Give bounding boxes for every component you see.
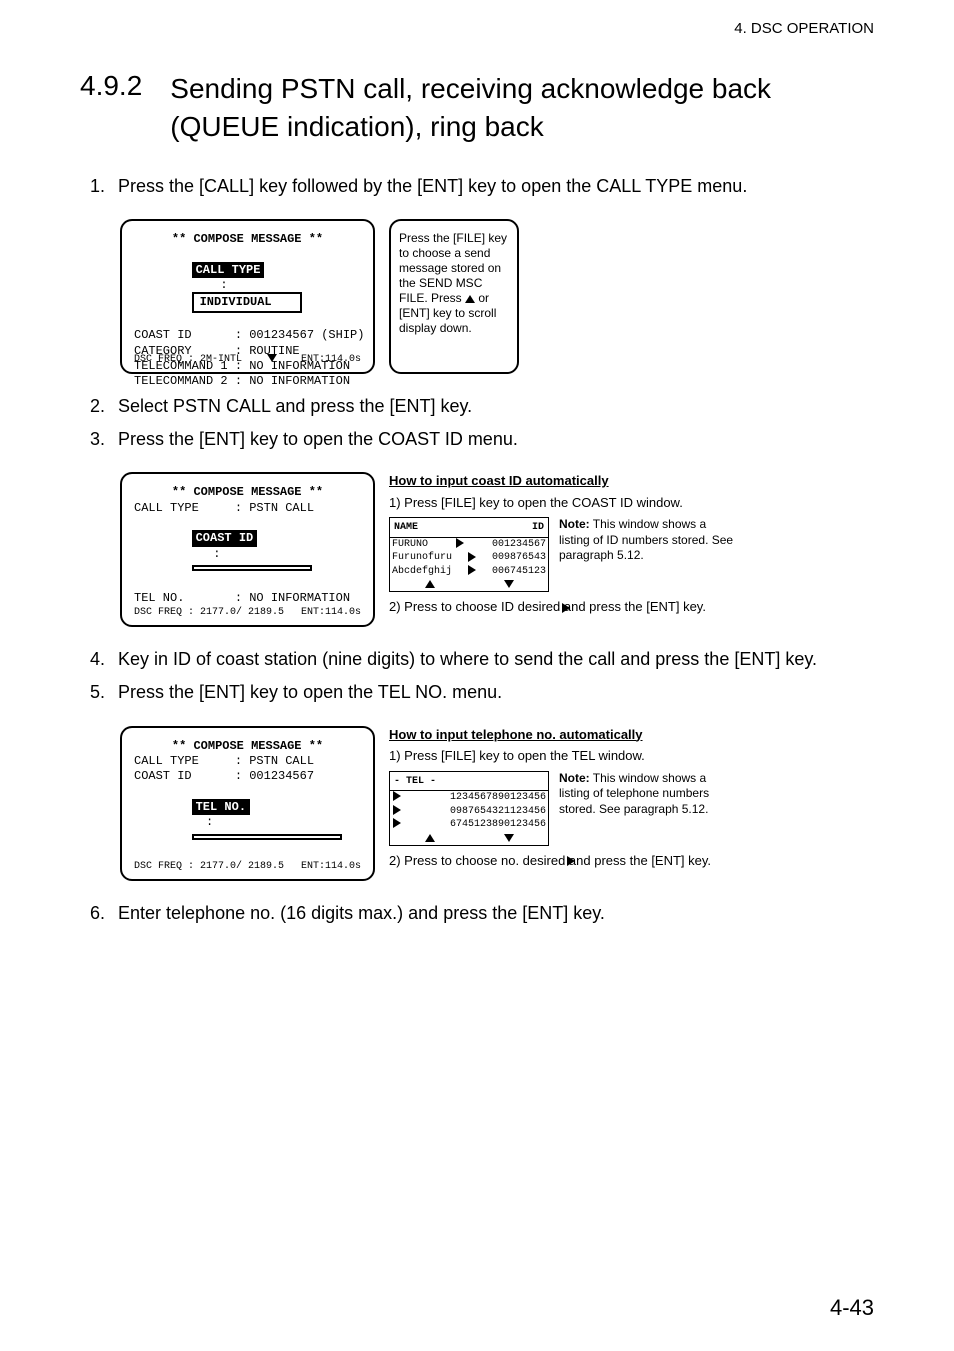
lcd-status-left: DSC FREQ : 2M-INTL bbox=[134, 354, 242, 366]
section-title: Sending PSTN call, receiving acknowledge… bbox=[170, 70, 874, 146]
cell: 1234567890123456 bbox=[450, 791, 546, 805]
small-lcd-coastid: NAME ID FURUNO 001234567 Furunofuru 009876… bbox=[389, 517, 549, 592]
howto-step: 2) Press to choose ID desired and press … bbox=[389, 598, 759, 616]
step-text: Key in ID of coast station (nine digits)… bbox=[118, 647, 874, 672]
cell: 6745123890123456 bbox=[450, 818, 546, 832]
step-text: Press the [CALL] key followed by the [EN… bbox=[118, 174, 874, 199]
field-value-calltype: INDIVIDUAL bbox=[192, 292, 302, 312]
step-number: 5. bbox=[90, 680, 118, 705]
howto-note: Note: This window shows a listing of tel… bbox=[559, 771, 739, 818]
chevron-down-icon bbox=[504, 834, 514, 842]
step-2: 2. Select PSTN CALL and press the [ENT] … bbox=[90, 394, 874, 419]
howto-step-text: 2) Press to choose no. desired and press… bbox=[389, 853, 711, 868]
chevron-down-icon bbox=[267, 354, 277, 362]
figure-coastid: ** COMPOSE MESSAGE ** CALL TYPE : PSTN C… bbox=[120, 472, 874, 627]
step-6: 6. Enter telephone no. (16 digits max.) … bbox=[90, 901, 874, 926]
col-header: NAME bbox=[394, 521, 418, 535]
lcd-title: ** COMPOSE MESSAGE ** bbox=[134, 739, 361, 753]
howto-step-text: 2) Press to choose ID desired and press … bbox=[389, 599, 706, 614]
cell: 009876543 bbox=[492, 551, 546, 565]
lcd-status-right: ENT:114.0s bbox=[301, 354, 361, 366]
chevron-up-icon bbox=[425, 834, 435, 842]
chevron-right-icon bbox=[468, 565, 476, 575]
field-value-coastid bbox=[192, 565, 312, 571]
lcd-coastid: ** COMPOSE MESSAGE ** CALL TYPE : PSTN C… bbox=[120, 472, 375, 627]
howto-coastid: How to input coast ID automatically 1) P… bbox=[389, 472, 759, 616]
field-label-telno: TEL NO. bbox=[192, 799, 250, 815]
lcd-line: COAST ID : 001234567 (SHIP) bbox=[134, 328, 361, 342]
note-label: Note: bbox=[559, 517, 590, 531]
howto-note: Note: This window shows a listing of ID … bbox=[559, 517, 739, 564]
note-label: Note: bbox=[559, 771, 590, 785]
step-number: 2. bbox=[90, 394, 118, 419]
lcd-status-left: DSC FREQ : 2177.0/ 2189.5 bbox=[134, 861, 284, 873]
field-value-telno bbox=[192, 834, 342, 840]
step-number: 3. bbox=[90, 427, 118, 452]
step-4: 4. Key in ID of coast station (nine digi… bbox=[90, 647, 874, 672]
step-text: Select PSTN CALL and press the [ENT] key… bbox=[118, 394, 874, 419]
running-header: 4. DSC OPERATION bbox=[734, 20, 874, 37]
chevron-right-icon bbox=[393, 818, 401, 828]
chevron-right-icon bbox=[456, 538, 464, 548]
lcd-line: CALL TYPE : PSTN CALL bbox=[134, 754, 361, 768]
cell: 006745123 bbox=[492, 565, 546, 579]
lcd-title: ** COMPOSE MESSAGE ** bbox=[134, 232, 361, 246]
section-number: 4.9.2 bbox=[80, 70, 142, 102]
cell: 0987654321123456 bbox=[450, 805, 546, 819]
callout-text: Press the [FILE] key to choose a send me… bbox=[399, 231, 507, 305]
chevron-up-icon bbox=[465, 295, 475, 303]
section-heading: 4.9.2 Sending PSTN call, receiving ackno… bbox=[80, 70, 874, 146]
cell: Abcdefghij bbox=[392, 565, 452, 579]
lcd-line: CALL TYPE : PSTN CALL bbox=[134, 501, 361, 515]
howto-step: 1) Press [FILE] key to open the TEL wind… bbox=[389, 747, 759, 765]
small-lcd-telno: - TEL - 1234567890123456 098765432112345… bbox=[389, 771, 549, 846]
lcd-title: ** COMPOSE MESSAGE ** bbox=[134, 485, 361, 499]
step-number: 1. bbox=[90, 174, 118, 199]
chevron-up-icon bbox=[425, 580, 435, 588]
step-5: 5. Press the [ENT] key to open the TEL N… bbox=[90, 680, 874, 705]
chevron-right-icon bbox=[468, 552, 476, 562]
step-number: 4. bbox=[90, 647, 118, 672]
cell: Furunofuru bbox=[392, 551, 452, 565]
step-1: 1. Press the [CALL] key followed by the … bbox=[90, 174, 874, 199]
callout-filekey: Press the [FILE] key to choose a send me… bbox=[389, 219, 519, 374]
figure-telno: ** COMPOSE MESSAGE ** CALL TYPE : PSTN C… bbox=[120, 726, 874, 881]
chevron-down-icon bbox=[504, 580, 514, 588]
page-number: 4-43 bbox=[830, 1295, 874, 1321]
step-number: 6. bbox=[90, 901, 118, 926]
step-text: Enter telephone no. (16 digits max.) and… bbox=[118, 901, 874, 926]
chevron-right-icon bbox=[393, 791, 401, 801]
lcd-line: TELECOMMAND 2 : NO INFORMATION bbox=[134, 374, 361, 388]
chevron-right-icon bbox=[393, 805, 401, 815]
howto-title: How to input telephone no. automatically bbox=[389, 726, 759, 744]
cell: FURUNO bbox=[392, 538, 428, 552]
chevron-right-icon bbox=[562, 603, 570, 613]
field-label-coastid: COAST ID bbox=[192, 530, 258, 546]
cell: 001234567 bbox=[492, 538, 546, 552]
howto-step: 1) Press [FILE] key to open the COAST ID… bbox=[389, 494, 759, 512]
lcd-telno: ** COMPOSE MESSAGE ** CALL TYPE : PSTN C… bbox=[120, 726, 375, 881]
col-header: ID bbox=[532, 521, 544, 535]
howto-telno: How to input telephone no. automatically… bbox=[389, 726, 759, 870]
howto-step: 2) Press to choose no. desired and press… bbox=[389, 852, 759, 870]
lcd-line: COAST ID : 001234567 bbox=[134, 769, 361, 783]
step-text: Press the [ENT] key to open the COAST ID… bbox=[118, 427, 874, 452]
field-label-calltype: CALL TYPE bbox=[192, 262, 265, 278]
step-3: 3. Press the [ENT] key to open the COAST… bbox=[90, 427, 874, 452]
lcd-line: TEL NO. : NO INFORMATION bbox=[134, 591, 361, 605]
howto-title: How to input coast ID automatically bbox=[389, 472, 759, 490]
chevron-right-icon bbox=[567, 856, 575, 866]
col-header: - TEL - bbox=[394, 775, 436, 789]
figure-calltype: ** COMPOSE MESSAGE ** CALL TYPE : INDIVI… bbox=[120, 219, 874, 374]
step-text: Press the [ENT] key to open the TEL NO. … bbox=[118, 680, 874, 705]
lcd-status-right: ENT:114.0s bbox=[301, 607, 361, 619]
lcd-status-left: DSC FREQ : 2177.0/ 2189.5 bbox=[134, 607, 284, 619]
lcd-status-right: ENT:114.0s bbox=[301, 861, 361, 873]
lcd-calltype: ** COMPOSE MESSAGE ** CALL TYPE : INDIVI… bbox=[120, 219, 375, 374]
